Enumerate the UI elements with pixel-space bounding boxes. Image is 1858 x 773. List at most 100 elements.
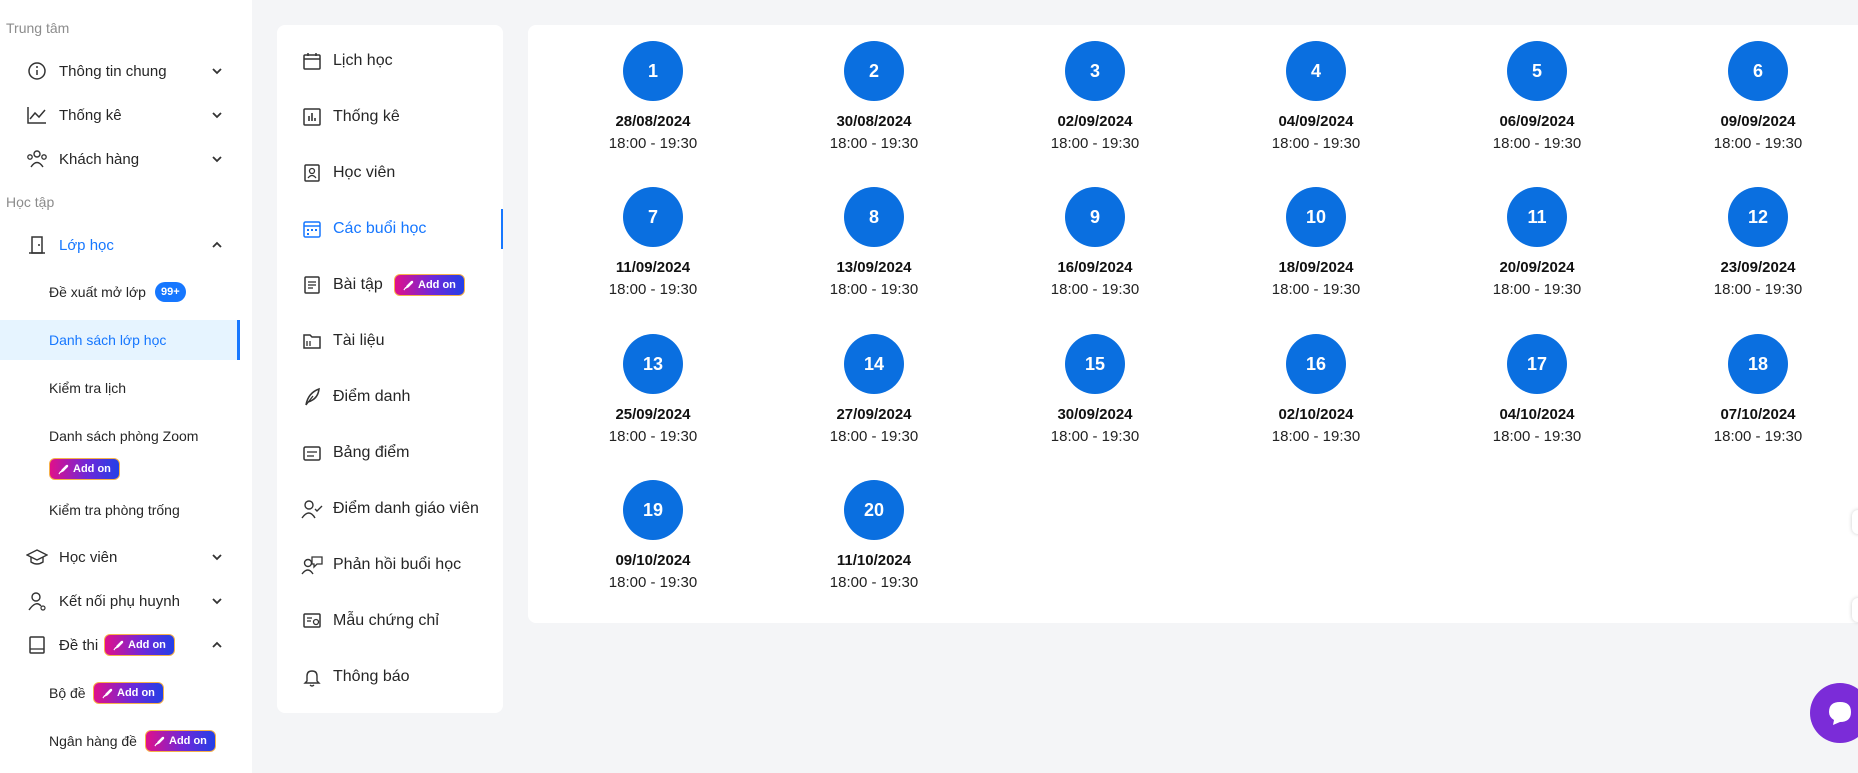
session-time: 18:00 - 19:30 bbox=[1713, 428, 1803, 445]
sidebar-item-label: Khách hàng bbox=[59, 150, 140, 168]
menu-item-certificate-template[interactable]: Mẫu chứng chỉ bbox=[277, 596, 503, 646]
session-date: 11/10/2024 bbox=[836, 552, 912, 569]
menu-item-documents[interactable]: Tài liệu bbox=[277, 316, 503, 366]
chevron-down-icon bbox=[212, 554, 222, 561]
session-card[interactable]: 3 02/09/2024 18:00 - 19:30 bbox=[1005, 41, 1185, 152]
assignment-icon bbox=[301, 274, 323, 296]
session-date: 28/08/2024 bbox=[615, 113, 691, 130]
floating-handle[interactable] bbox=[1852, 598, 1858, 622]
session-date: 25/09/2024 bbox=[615, 406, 691, 423]
chevron-up-icon bbox=[212, 241, 222, 248]
sidebar-item-classes[interactable]: Lớp học bbox=[0, 226, 240, 264]
sidebar-item-exam-sets[interactable]: Bộ đề Add on bbox=[0, 673, 240, 713]
session-card[interactable]: 1 28/08/2024 18:00 - 19:30 bbox=[563, 41, 743, 152]
session-time: 18:00 - 19:30 bbox=[1492, 428, 1582, 445]
addon-badge: Add on bbox=[93, 682, 164, 704]
session-number: 1 bbox=[623, 41, 683, 101]
chevron-down-icon bbox=[212, 112, 222, 119]
session-number: 19 bbox=[623, 480, 683, 540]
session-card[interactable]: 4 04/09/2024 18:00 - 19:30 bbox=[1226, 41, 1406, 152]
session-date: 16/09/2024 bbox=[1057, 259, 1133, 276]
session-time: 18:00 - 19:30 bbox=[608, 281, 698, 298]
sidebar-item-exams[interactable]: Đề thi Add on bbox=[0, 626, 240, 664]
sidebar-item-empty-room-check[interactable]: Kiểm tra phòng trống bbox=[0, 490, 240, 530]
session-card[interactable]: 6 09/09/2024 18:00 - 19:30 bbox=[1668, 41, 1848, 152]
floating-handle[interactable] bbox=[1852, 510, 1858, 534]
session-date: 07/10/2024 bbox=[1720, 406, 1796, 423]
folder-icon bbox=[301, 330, 323, 352]
session-card[interactable]: 19 09/10/2024 18:00 - 19:30 bbox=[563, 480, 743, 591]
menu-item-schedule[interactable]: Lịch học bbox=[277, 36, 503, 86]
menu-item-teacher-attendance[interactable]: Điểm danh giáo viên bbox=[277, 484, 503, 534]
session-card[interactable]: 11 20/09/2024 18:00 - 19:30 bbox=[1447, 187, 1627, 298]
sidebar-item-customers[interactable]: Khách hàng bbox=[0, 140, 240, 178]
chevron-down-icon bbox=[212, 68, 222, 75]
menu-item-attendance[interactable]: Điểm danh bbox=[277, 372, 503, 422]
sidebar-item-label: Kiểm tra lịch bbox=[49, 380, 127, 396]
session-card[interactable]: 18 07/10/2024 18:00 - 19:30 bbox=[1668, 334, 1848, 445]
session-card[interactable]: 15 30/09/2024 18:00 - 19:30 bbox=[1005, 334, 1185, 445]
session-card[interactable]: 9 16/09/2024 18:00 - 19:30 bbox=[1005, 187, 1185, 298]
menu-item-notifications[interactable]: Thông báo bbox=[277, 652, 503, 702]
sidebar-item-general-info[interactable]: Thông tin chung bbox=[0, 52, 240, 90]
session-time: 18:00 - 19:30 bbox=[1050, 281, 1140, 298]
sidebar-item-label: Kết nối phụ huynh bbox=[59, 592, 180, 610]
session-card[interactable]: 16 02/10/2024 18:00 - 19:30 bbox=[1226, 334, 1406, 445]
menu-item-statistics[interactable]: Thống kê bbox=[277, 92, 503, 142]
session-card[interactable]: 20 11/10/2024 18:00 - 19:30 bbox=[784, 480, 964, 591]
session-card[interactable]: 5 06/09/2024 18:00 - 19:30 bbox=[1447, 41, 1627, 152]
sidebar-item-students[interactable]: Học viên bbox=[0, 538, 240, 576]
session-time: 18:00 - 19:30 bbox=[608, 574, 698, 591]
info-icon bbox=[26, 60, 48, 82]
session-number: 20 bbox=[844, 480, 904, 540]
sidebar-item-label: Thống kê bbox=[59, 106, 122, 124]
session-card[interactable]: 10 18/09/2024 18:00 - 19:30 bbox=[1226, 187, 1406, 298]
menu-item-label: Mẫu chứng chỉ bbox=[333, 612, 439, 629]
session-number: 3 bbox=[1065, 41, 1125, 101]
session-number: 12 bbox=[1728, 187, 1788, 247]
session-card[interactable]: 17 04/10/2024 18:00 - 19:30 bbox=[1447, 334, 1627, 445]
addon-badge: Add on bbox=[145, 730, 216, 752]
session-card[interactable]: 14 27/09/2024 18:00 - 19:30 bbox=[784, 334, 964, 445]
session-card[interactable]: 8 13/09/2024 18:00 - 19:30 bbox=[784, 187, 964, 298]
chat-button[interactable] bbox=[1810, 683, 1858, 743]
sidebar-item-label: Học viên bbox=[59, 548, 118, 566]
session-time: 18:00 - 19:30 bbox=[1492, 281, 1582, 298]
sidebar-item-class-proposal[interactable]: Đề xuất mở lớp 99+ bbox=[0, 272, 240, 312]
menu-item-scoreboard[interactable]: Bảng điểm bbox=[277, 428, 503, 478]
session-number: 18 bbox=[1728, 334, 1788, 394]
session-number: 5 bbox=[1507, 41, 1567, 101]
session-card[interactable]: 13 25/09/2024 18:00 - 19:30 bbox=[563, 334, 743, 445]
session-time: 18:00 - 19:30 bbox=[829, 574, 919, 591]
session-number: 15 bbox=[1065, 334, 1125, 394]
rocket-icon bbox=[154, 736, 165, 746]
chevron-up-icon bbox=[212, 641, 222, 648]
session-time: 18:00 - 19:30 bbox=[608, 135, 698, 152]
session-card[interactable]: 12 23/09/2024 18:00 - 19:30 bbox=[1668, 187, 1848, 298]
session-number: 8 bbox=[844, 187, 904, 247]
sidebar-item-statistics[interactable]: Thống kê bbox=[0, 96, 240, 134]
sidebar-item-zoom-rooms[interactable]: Danh sách phòng Zoom bbox=[0, 416, 240, 456]
session-date: 30/08/2024 bbox=[836, 113, 912, 130]
sidebar-item-exam-bank[interactable]: Ngân hàng đề Add on bbox=[0, 721, 240, 761]
sidebar-item-schedule-check[interactable]: Kiểm tra lịch bbox=[0, 368, 240, 408]
session-number: 7 bbox=[623, 187, 683, 247]
line-chart-icon bbox=[26, 104, 48, 126]
chat-icon bbox=[1829, 702, 1851, 725]
menu-item-students[interactable]: Học viên bbox=[277, 148, 503, 198]
rocket-icon bbox=[58, 464, 69, 474]
menu-item-session-feedback[interactable]: Phản hồi buổi học bbox=[277, 540, 503, 590]
sidebar-item-parents[interactable]: Kết nối phụ huynh bbox=[0, 582, 240, 620]
door-icon bbox=[26, 234, 48, 256]
session-card[interactable]: 2 30/08/2024 18:00 - 19:30 bbox=[784, 41, 964, 152]
session-number: 16 bbox=[1286, 334, 1346, 394]
session-time: 18:00 - 19:30 bbox=[829, 428, 919, 445]
session-number: 10 bbox=[1286, 187, 1346, 247]
addon-badge: Add on bbox=[394, 274, 465, 296]
session-date: 11/09/2024 bbox=[615, 259, 691, 276]
session-card[interactable]: 7 11/09/2024 18:00 - 19:30 bbox=[563, 187, 743, 298]
graduation-cap-icon bbox=[26, 546, 48, 568]
sidebar-item-class-list[interactable]: Danh sách lớp học bbox=[0, 320, 240, 360]
menu-item-assignments[interactable]: Bài tập Add on bbox=[277, 260, 503, 310]
menu-item-sessions[interactable]: Các buổi học bbox=[277, 204, 503, 254]
